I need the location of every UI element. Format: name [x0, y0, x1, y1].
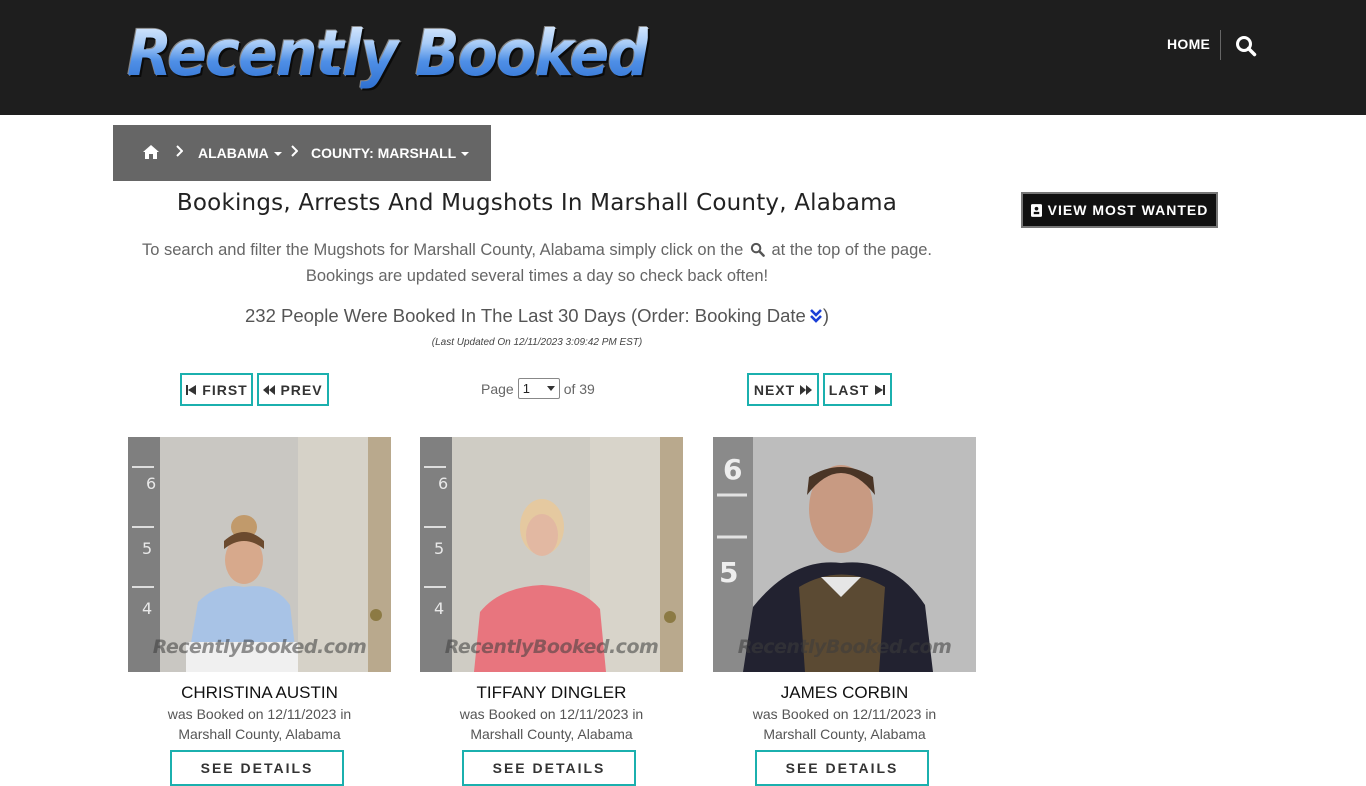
card-booking-line2: Marshall County, Alabama	[178, 726, 341, 742]
last-updated: (Last Updated On 12/11/2023 3:09:42 PM E…	[431, 337, 643, 348]
step-backward-icon	[186, 384, 197, 395]
breadcrumb-county-label: COUNTY: MARSHALL	[311, 145, 457, 161]
svg-text:6: 6	[146, 474, 156, 493]
card-booking-line1: was Booked on 12/11/2023 in	[752, 706, 937, 722]
last-page-button[interactable]: LAST	[823, 373, 892, 406]
card-booking-line2: Marshall County, Alabama	[763, 726, 926, 742]
watermark-text: RecentlyBooked.com	[152, 636, 367, 658]
svg-text:5: 5	[142, 539, 152, 558]
last-page-label: LAST	[828, 381, 870, 398]
booking-count-close: )	[822, 305, 829, 326]
watermark-text: RecentlyBooked.com	[444, 636, 659, 658]
search-icon[interactable]	[1235, 35, 1257, 57]
caret-down-icon	[461, 152, 470, 157]
id-badge-icon	[1030, 203, 1042, 217]
see-details-button[interactable]: SEE DETAILS	[462, 750, 636, 786]
svg-text:5: 5	[719, 556, 738, 589]
mugshot-image[interactable]: 6 5 RecentlyBooked.com	[713, 437, 976, 672]
see-details-button[interactable]: SEE DETAILS	[755, 750, 929, 786]
nav-home-link[interactable]: HOME	[1167, 36, 1210, 52]
chevron-right-icon	[290, 145, 299, 160]
card-name[interactable]: CHRISTINA AUSTIN	[128, 683, 391, 703]
next-page-label: NEXT	[753, 381, 796, 398]
svg-text:4: 4	[142, 599, 152, 618]
forward-icon	[800, 384, 813, 395]
card-name[interactable]: TIFFANY DINGLER	[420, 683, 683, 703]
breadcrumb-county-dropdown[interactable]: COUNTY: MARSHALL	[311, 145, 470, 161]
card-name[interactable]: JAMES CORBIN	[713, 683, 976, 703]
next-page-button[interactable]: NEXT	[747, 373, 819, 406]
booking-card: 6 5 4 RecentlyBooked.com CHRISTINA AUSTI…	[128, 437, 391, 786]
double-chevron-down-icon[interactable]	[809, 307, 823, 323]
see-details-button[interactable]: SEE DETAILS	[170, 750, 344, 786]
mugshot-image[interactable]: 6 5 4 RecentlyBooked.com	[128, 437, 391, 672]
svg-text:6: 6	[723, 453, 742, 486]
search-icon	[750, 239, 765, 257]
intro-part2: at the top of the page.	[771, 241, 933, 259]
svg-text:6: 6	[438, 474, 448, 493]
booking-count: 232 People Were Booked In The Last 30 Da…	[118, 305, 956, 327]
page-selector: Page 1 of 39	[481, 378, 595, 399]
caret-down-icon	[273, 152, 282, 157]
card-booking-info: was Booked on 12/11/2023 in Marshall Cou…	[128, 704, 391, 744]
watermark-text: RecentlyBooked.com	[737, 636, 952, 658]
page-label: Page	[481, 380, 514, 397]
site-header: Recently Booked HOME	[0, 0, 1366, 115]
intro-line2: Bookings are updated several times a day…	[305, 267, 769, 285]
breadcrumb-state-label: ALABAMA	[198, 145, 269, 161]
card-booking-info: was Booked on 12/11/2023 in Marshall Cou…	[420, 704, 683, 744]
home-icon[interactable]	[142, 144, 160, 160]
breadcrumb: ALABAMA COUNTY: MARSHALL	[113, 125, 491, 181]
booking-count-text: 232 People Were Booked In The Last 30 Da…	[245, 305, 806, 326]
svg-text:5: 5	[434, 539, 444, 558]
dropdown-arrow-icon	[546, 386, 555, 391]
booking-card: 6 5 4 RecentlyBooked.com TIFFANY DINGLER…	[420, 437, 683, 786]
card-booking-info: was Booked on 12/11/2023 in Marshall Cou…	[713, 704, 976, 744]
backward-icon	[263, 384, 276, 395]
page-select-value: 1	[522, 381, 530, 396]
prev-page-button[interactable]: PREV	[257, 373, 329, 406]
card-booking-line1: was Booked on 12/11/2023 in	[459, 706, 644, 722]
view-most-wanted-label: VIEW MOST WANTED	[1047, 202, 1209, 218]
view-most-wanted-button[interactable]: VIEW MOST WANTED	[1021, 192, 1218, 228]
first-page-label: FIRST	[202, 381, 248, 398]
card-booking-line1: was Booked on 12/11/2023 in	[167, 706, 352, 722]
intro-text: To search and filter the Mugshots for Ma…	[118, 237, 956, 289]
page-total: of 39	[563, 380, 595, 397]
breadcrumb-state-dropdown[interactable]: ALABAMA	[198, 145, 282, 161]
first-page-button[interactable]: FIRST	[180, 373, 253, 406]
nav-divider	[1220, 30, 1221, 60]
prev-page-label: PREV	[280, 381, 323, 398]
site-logo[interactable]: Recently Booked	[127, 18, 649, 90]
page-select[interactable]: 1	[517, 378, 560, 399]
page-title: Bookings, Arrests And Mugshots In Marsha…	[176, 190, 898, 216]
intro-part1: To search and filter the Mugshots for Ma…	[141, 241, 744, 259]
card-booking-line2: Marshall County, Alabama	[470, 726, 633, 742]
svg-text:4: 4	[434, 599, 444, 618]
booking-card: 6 5 RecentlyBooked.com JAMES CORBIN was …	[713, 437, 976, 786]
step-forward-icon	[875, 384, 886, 395]
chevron-right-icon	[175, 145, 184, 160]
mugshot-image[interactable]: 6 5 4 RecentlyBooked.com	[420, 437, 683, 672]
